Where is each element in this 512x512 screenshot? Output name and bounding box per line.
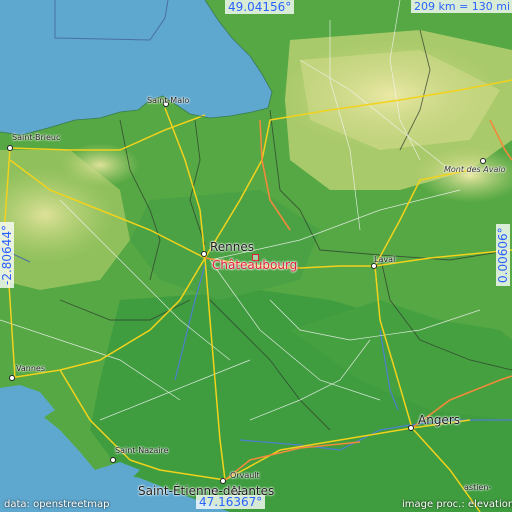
highland-north bbox=[280, 40, 500, 150]
city-dot-angers bbox=[408, 425, 414, 431]
city-dot-mont-des-avaloirs bbox=[480, 158, 486, 164]
label-vannes: Vannes bbox=[16, 364, 45, 373]
label-orvault: Orvault bbox=[230, 471, 260, 480]
coord-right: 0.00606° bbox=[496, 224, 510, 286]
attribution-left: data: openstreetmap bbox=[4, 499, 110, 510]
label-angers: Angers bbox=[418, 413, 460, 427]
coord-bottom: 47.16367° bbox=[196, 495, 266, 509]
coord-top: 49.04156° bbox=[225, 0, 295, 14]
label-rennes: Rennes bbox=[210, 240, 255, 254]
city-dot-vannes bbox=[9, 375, 15, 381]
scale-label: 209 km = 130 mi bbox=[411, 0, 512, 13]
city-dot-saint-brieuc bbox=[7, 145, 13, 151]
label-fragment: astien- bbox=[464, 483, 492, 492]
attribution-right: image proc.: elevation.city bbox=[402, 499, 512, 510]
label-saint-malo: Saint-Malo bbox=[147, 96, 190, 105]
label-saint-nazaire: Saint-Nazaire bbox=[115, 446, 169, 455]
label-target-chateaubourg: Châteaubourg bbox=[212, 258, 298, 272]
label-mont-des-avaloirs: Mont des Avalo bbox=[444, 165, 506, 174]
coord-left: -2.80644° bbox=[0, 222, 14, 288]
label-saint-brieuc: Saint-Brieuc bbox=[12, 133, 61, 142]
label-laval: Laval bbox=[374, 255, 396, 264]
elevation-map: Saint-Malo Saint-Brieuc Rennes Laval Van… bbox=[0, 0, 512, 512]
city-dot-rennes bbox=[201, 251, 207, 257]
city-dot-saint-nazaire bbox=[110, 457, 116, 463]
